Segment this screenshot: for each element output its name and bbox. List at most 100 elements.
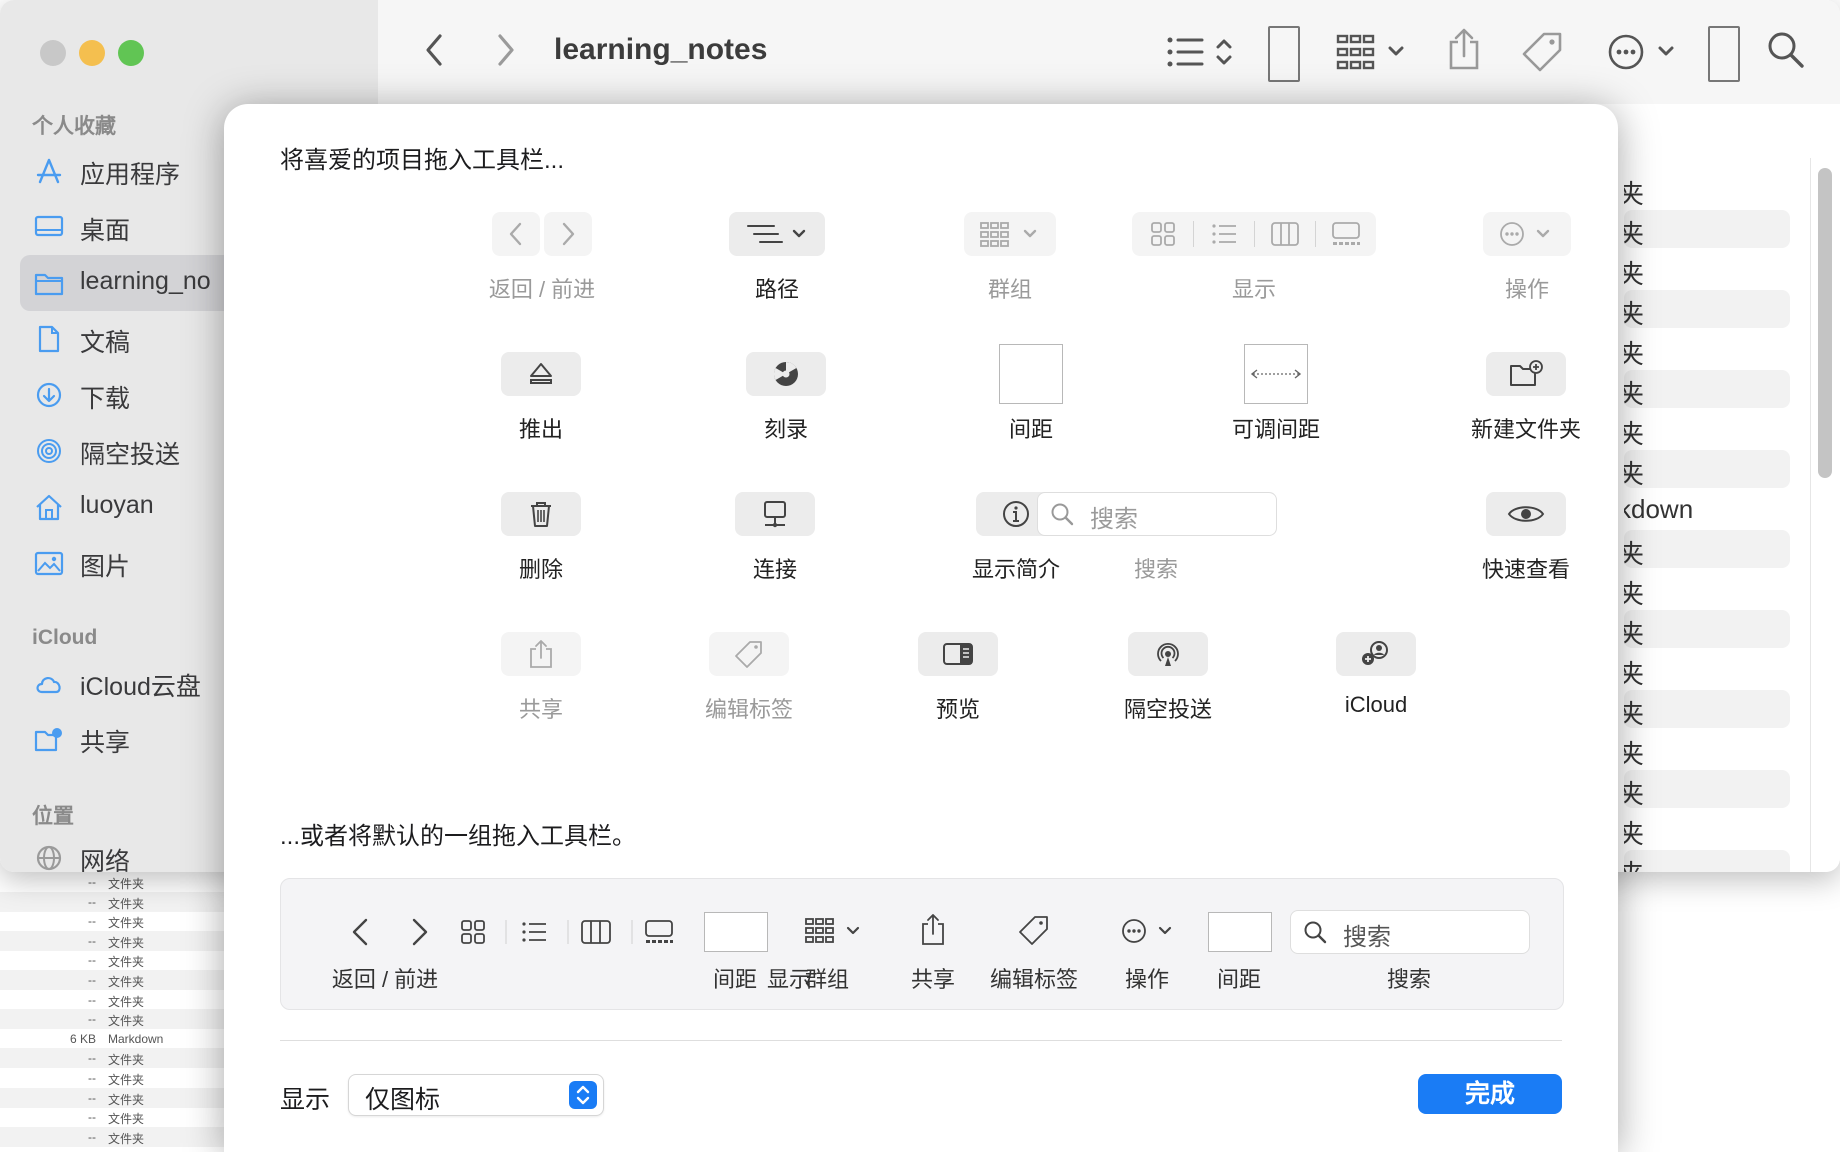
item-share[interactable]: 共享 — [426, 632, 656, 742]
default-group-label: 群组 — [804, 967, 849, 992]
item-view[interactable]: 显示 — [1129, 212, 1379, 322]
background-row-kind: 文件夹 — [108, 916, 145, 931]
file-row[interactable]: 夹 — [1624, 770, 1790, 808]
item-airdrop[interactable]: 隔空投送 — [1053, 632, 1283, 742]
file-row[interactable]: 夹 — [1624, 530, 1790, 568]
background-row-kind: 文件夹 — [108, 1131, 145, 1146]
icloud-header: iCloud — [32, 626, 98, 649]
file-row[interactable]: 夹 — [1624, 850, 1790, 872]
flexible-space-label: 可调间距 — [1231, 417, 1320, 442]
list-view-icon[interactable] — [1194, 220, 1254, 248]
item-connect[interactable]: 连接 — [660, 492, 890, 602]
tag-icon — [735, 641, 762, 668]
back-button[interactable] — [422, 32, 448, 68]
file-row[interactable]: 夹 — [1624, 410, 1790, 448]
background-row: -- 文件夹 — [0, 1068, 224, 1088]
sidebar-item-label: 文稿 — [80, 329, 131, 357]
default-back-forward-icon — [352, 918, 428, 946]
file-row[interactable]: 夹 — [1624, 650, 1790, 688]
item-edit-tags[interactable]: 编辑标签 — [634, 632, 864, 742]
file-row[interactable]: 夹 — [1624, 210, 1790, 248]
item-flexible-space[interactable]: 可调间距 — [1161, 344, 1391, 454]
file-row[interactable]: 夹 — [1624, 290, 1790, 328]
new-folder-icon — [1510, 360, 1543, 386]
default-search-field[interactable]: 搜索 — [1290, 910, 1530, 954]
tag-icon — [1522, 32, 1562, 72]
customize-toolbar-sheet: 将喜爱的项目拖入工具栏... 返回 / 前进 路径 群组 显示 操作 推出 刻录… — [224, 104, 1618, 1152]
chevron-updown-icon — [576, 1085, 590, 1105]
item-eject[interactable]: 推出 — [426, 352, 656, 462]
double-arrow-icon — [1250, 369, 1302, 379]
item-path[interactable]: 路径 — [662, 212, 892, 322]
item-action[interactable]: 操作 — [1412, 212, 1642, 322]
chevron-right-icon — [562, 222, 575, 246]
window-toolbar: learning_notes — [378, 0, 1840, 105]
close-window-button[interactable] — [40, 40, 66, 66]
item-space[interactable]: 间距 — [916, 344, 1146, 454]
sidebar-item-label: learning_no — [80, 267, 211, 295]
desktop-icon — [34, 215, 64, 237]
default-view-icons — [461, 920, 673, 944]
file-row[interactable]: 夹 — [1624, 330, 1790, 368]
share-icon — [1449, 28, 1479, 70]
background-row: -- 文件夹 — [0, 1009, 224, 1030]
show-mode-select[interactable]: 仅图标 — [348, 1074, 604, 1116]
default-back-forward-label: 返回 / 前进 — [331, 967, 439, 992]
window-title: learning_notes — [554, 33, 768, 66]
minimize-window-button[interactable] — [79, 40, 105, 66]
item-icloud[interactable]: iCloud — [1261, 632, 1491, 742]
path-control[interactable] — [1166, 34, 1236, 70]
item-new-folder[interactable]: 新建文件夹 — [1411, 352, 1641, 462]
eye-icon — [1507, 506, 1545, 522]
share-button[interactable] — [1446, 28, 1482, 72]
done-button[interactable]: 完成 — [1418, 1074, 1562, 1114]
background-row-kind: 文件夹 — [108, 955, 145, 970]
folder-icon — [34, 273, 64, 296]
back-item-button[interactable] — [492, 212, 540, 256]
item-quick-look[interactable]: 快速查看 — [1411, 492, 1641, 602]
shared-folder-icon — [34, 728, 62, 752]
file-row[interactable]: 夹 — [1624, 170, 1790, 208]
forward-item-button[interactable] — [544, 212, 592, 256]
icon-view-icon[interactable] — [1133, 220, 1193, 248]
share-icon — [530, 640, 552, 668]
item-burn[interactable]: 刻录 — [671, 352, 901, 462]
background-row-size: -- — [88, 973, 96, 987]
group-button[interactable] — [1336, 32, 1408, 72]
file-row[interactable]: 夹 — [1624, 370, 1790, 408]
background-row: -- 文件夹 — [0, 930, 224, 951]
zoom-window-button[interactable] — [118, 40, 144, 66]
item-group[interactable]: 群组 — [895, 212, 1125, 322]
file-row[interactable]: 夹 — [1624, 690, 1790, 728]
home-icon — [36, 494, 62, 521]
file-row-kind: 夹 — [1624, 659, 1645, 688]
search-item-placeholder: 搜索 — [1090, 506, 1138, 533]
file-row[interactable]: 夹 — [1624, 810, 1790, 848]
search-item-field[interactable]: 搜索 — [1037, 492, 1277, 536]
background-row-kind: 文件夹 — [108, 1073, 145, 1087]
sidebar-item-label: iCloud云盘 — [80, 673, 201, 701]
file-row[interactable]: 夹 — [1624, 610, 1790, 648]
preview-pane-icon — [943, 643, 973, 665]
background-row-kind: 文件夹 — [108, 896, 145, 911]
column-view-icon[interactable] — [1255, 221, 1315, 247]
default-action-icon — [1122, 919, 1172, 943]
item-back-forward[interactable]: 返回 / 前进 — [427, 212, 657, 322]
file-row[interactable]: 夹 — [1624, 450, 1790, 488]
file-row[interactable]: 夹 — [1624, 730, 1790, 768]
network-icon — [36, 845, 62, 871]
gallery-view-icon[interactable] — [1316, 221, 1376, 247]
file-row[interactable]: 夹 — [1624, 250, 1790, 288]
background-row-size: -- — [88, 894, 96, 909]
file-row-kind: 夹 — [1624, 739, 1645, 768]
search-button[interactable] — [1766, 30, 1806, 70]
action-button[interactable] — [1608, 32, 1686, 72]
file-row[interactable]: kdown — [1624, 490, 1790, 528]
forward-button[interactable] — [492, 32, 518, 68]
tags-button[interactable] — [1520, 30, 1564, 74]
item-preview[interactable]: 预览 — [843, 632, 1073, 742]
file-row-kind: 夹 — [1624, 854, 1644, 872]
item-delete[interactable]: 删除 — [426, 492, 656, 602]
scrollbar-thumb[interactable] — [1818, 168, 1832, 478]
file-row[interactable]: 夹 — [1624, 570, 1790, 608]
